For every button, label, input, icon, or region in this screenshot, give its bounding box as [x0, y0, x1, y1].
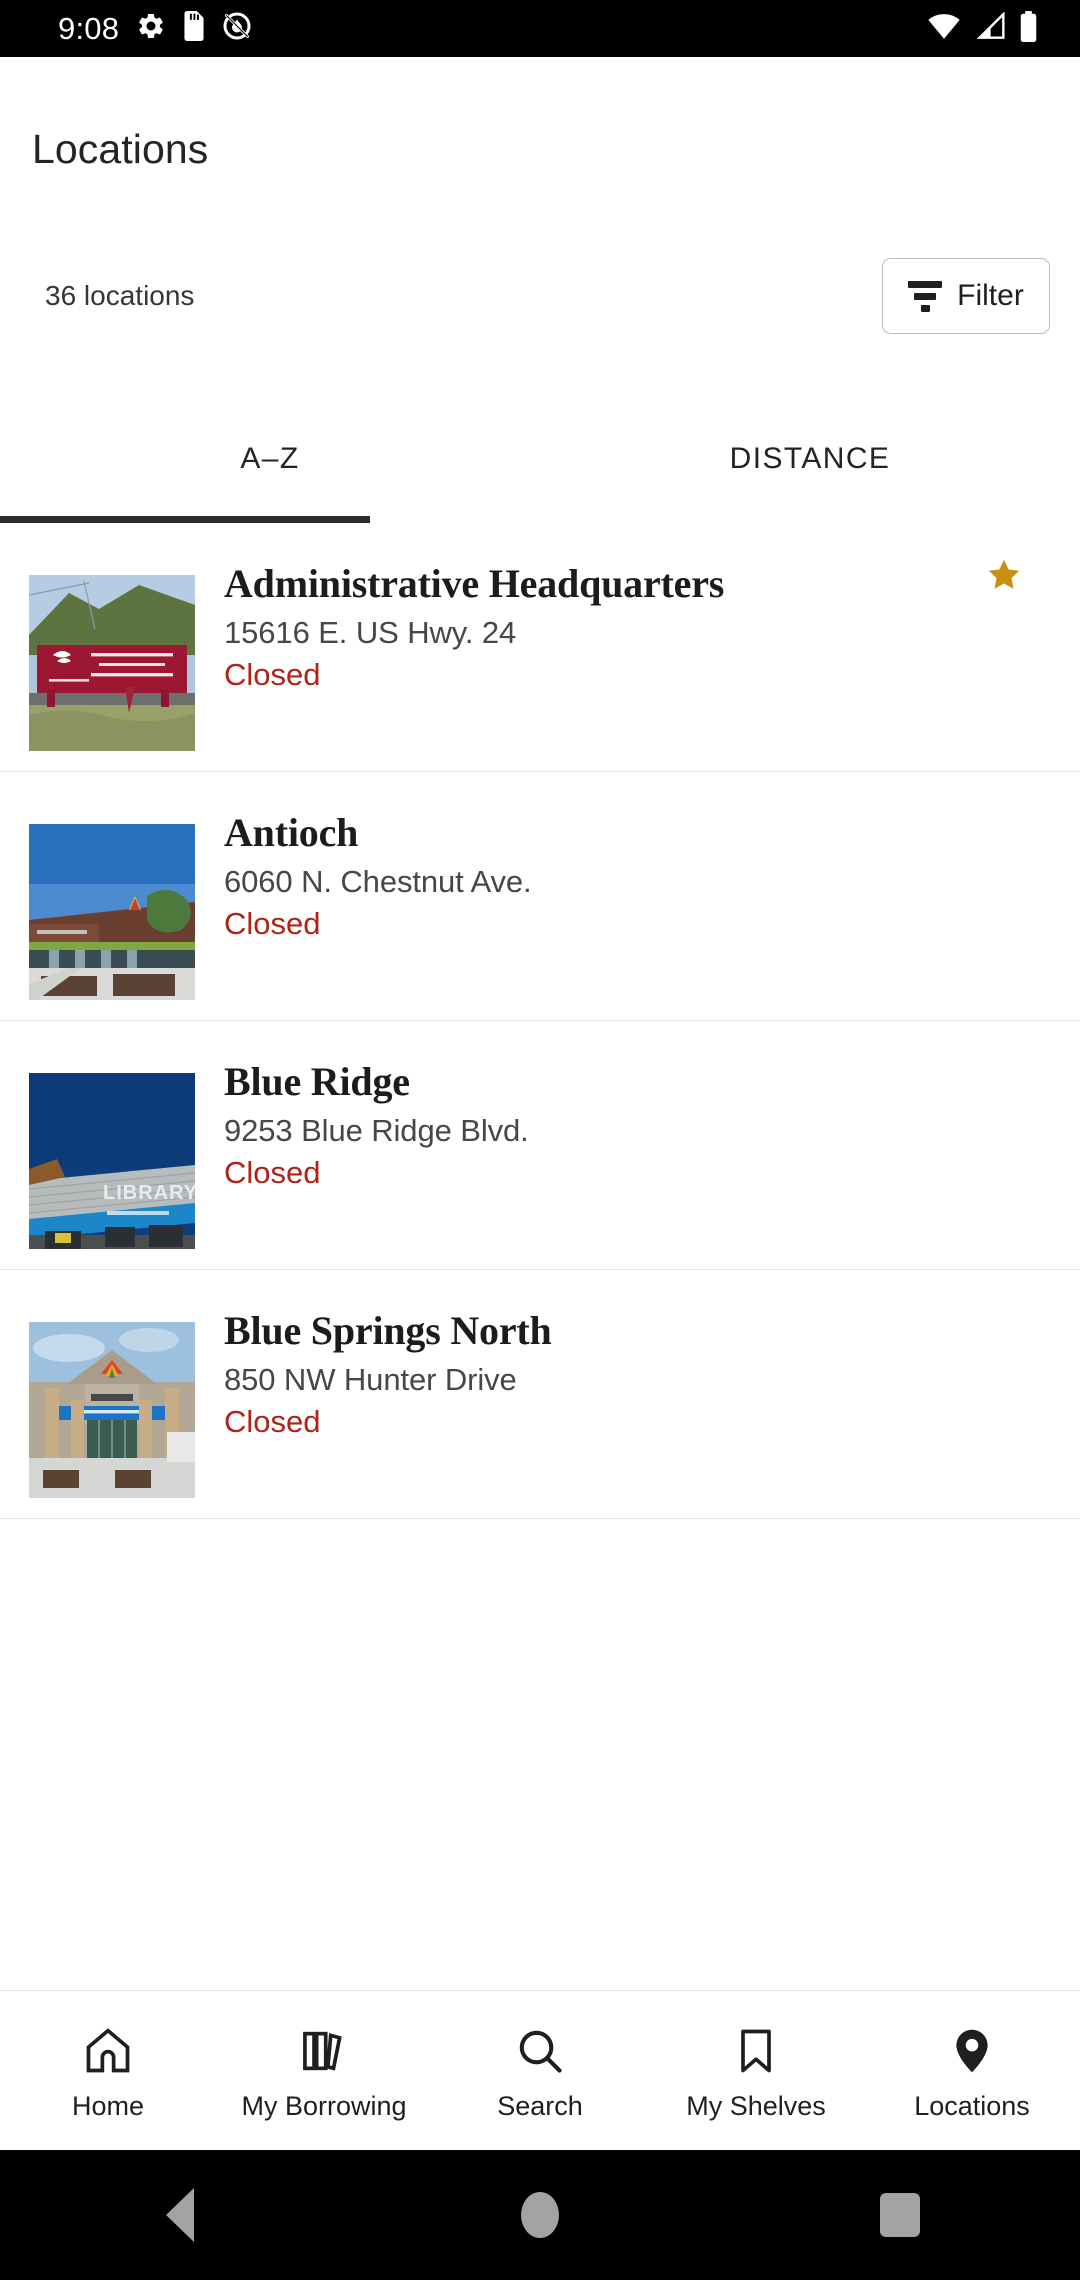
status-bar-left: 9:08	[0, 11, 252, 46]
location-name: Blue Ridge	[224, 1059, 410, 1104]
location-thumbnail	[29, 575, 195, 751]
location-thumbnail: LIBRARY	[29, 1073, 195, 1249]
filter-button[interactable]: Filter	[882, 258, 1050, 334]
tab-a-z[interactable]: A–Z	[0, 430, 540, 522]
books-icon	[298, 2025, 350, 2077]
location-status: Closed	[224, 906, 321, 941]
location-address: 850 NW Hunter Drive	[224, 1362, 517, 1397]
location-thumbnail	[29, 824, 195, 1000]
tab-active-indicator	[0, 516, 370, 523]
sd-card-icon	[183, 11, 205, 46]
gear-icon	[136, 11, 166, 46]
location-status: Closed	[224, 1404, 321, 1439]
status-bar-clock: 9:08	[58, 11, 120, 46]
bookmark-icon	[730, 2025, 782, 2077]
nav-item-my-borrowing[interactable]: My Borrowing	[216, 1991, 432, 2150]
nav-item-my-shelves-label: My Shelves	[686, 2091, 826, 2121]
tab-distance-label: DISTANCE	[729, 442, 891, 475]
android-system-nav	[0, 2150, 1080, 2280]
favorite-star-icon[interactable]	[986, 557, 1022, 598]
recents-button[interactable]	[720, 2193, 1080, 2237]
location-address: 6060 N. Chestnut Ave.	[224, 864, 532, 899]
list-item[interactable]: Antioch 6060 N. Chestnut Ave. Closed	[0, 772, 1080, 1021]
sort-tabs: A–Z DISTANCE	[0, 430, 1080, 522]
location-thumbnail	[29, 1322, 195, 1498]
back-button[interactable]	[0, 2188, 360, 2242]
svg-text:LIBRARY: LIBRARY	[103, 1182, 195, 1204]
location-address: 15616 E. US Hwy. 24	[224, 615, 517, 650]
home-icon	[82, 2025, 134, 2077]
nav-item-locations-label: Locations	[914, 2091, 1030, 2121]
status-bar-right	[927, 10, 1080, 47]
nav-item-locations[interactable]: Locations	[864, 1991, 1080, 2150]
nav-item-my-borrowing-label: My Borrowing	[241, 2091, 407, 2121]
list-divider	[0, 1517, 1080, 1519]
nav-item-search-label: Search	[497, 2091, 583, 2121]
battery-icon	[1019, 10, 1038, 47]
location-name: Blue Springs North	[224, 1308, 552, 1353]
tab-distance[interactable]: DISTANCE	[540, 430, 1080, 522]
do-not-disturb-icon	[222, 11, 252, 46]
nav-item-search[interactable]: Search	[432, 1991, 648, 2150]
home-button[interactable]	[360, 2192, 720, 2238]
location-address: 9253 Blue Ridge Blvd.	[224, 1113, 529, 1148]
cell-signal-icon	[974, 11, 1006, 45]
nav-item-home-label: Home	[71, 2091, 145, 2121]
wifi-icon	[927, 12, 961, 45]
bottom-navigation: Home My Borrowing Search My Shelves Loca…	[0, 1990, 1080, 2150]
status-bar: 9:08	[0, 0, 1080, 57]
locations-list[interactable]: Administrative Headquarters 15616 E. US …	[0, 523, 1080, 1988]
location-status: Closed	[224, 1155, 321, 1190]
nav-item-home[interactable]: Home	[0, 1991, 216, 2150]
locations-count-label: 36 locations	[45, 280, 195, 311]
location-status: Closed	[224, 657, 321, 692]
page-title: Locations	[32, 126, 209, 172]
filter-button-label: Filter	[957, 279, 1024, 312]
tab-a-z-label: A–Z	[240, 442, 300, 475]
search-icon	[514, 2025, 566, 2077]
list-item[interactable]: Blue Springs North 850 NW Hunter Drive C…	[0, 1270, 1080, 1519]
nav-item-my-shelves[interactable]: My Shelves	[648, 1991, 864, 2150]
summary-row: 36 locations Filter	[0, 258, 1080, 358]
map-pin-icon	[946, 2025, 998, 2077]
list-item[interactable]: LIBRARY Blue Ridge 9253 Blue Ridge Blvd.…	[0, 1021, 1080, 1270]
filter-icon	[908, 280, 943, 312]
location-name: Antioch	[224, 810, 359, 855]
list-item[interactable]: Administrative Headquarters 15616 E. US …	[0, 523, 1080, 772]
location-name: Administrative Headquarters	[224, 561, 725, 606]
